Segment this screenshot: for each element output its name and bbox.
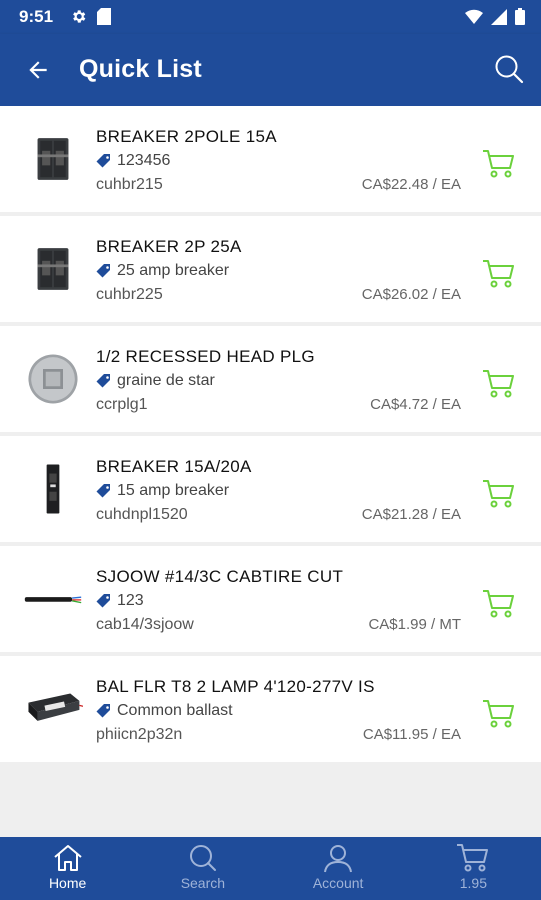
product-price: CA$4.72 / EA — [370, 396, 461, 413]
page-title: Quick List — [79, 55, 202, 83]
list-item[interactable]: BAL FLR T8 2 LAMP 4'120-277V IS Common ba… — [0, 656, 541, 762]
list-item[interactable]: 1/2 RECESSED HEAD PLG graine de star ccrpl… — [0, 326, 541, 432]
list-item[interactable]: SJOOW #14/3C CABTIRE CUT 123 cab14/3sjoow C… — [0, 546, 541, 652]
tag-label: 123 — [117, 592, 144, 609]
product-image — [20, 236, 86, 302]
nav-home-label: Home — [48, 875, 87, 891]
product-image — [20, 566, 86, 632]
product-sku: cuhbr215 — [96, 176, 163, 193]
tag-label: 25 amp breaker — [117, 262, 230, 279]
product-image — [20, 456, 86, 522]
add-to-cart-icon — [483, 700, 514, 728]
product-image — [20, 676, 86, 742]
sd-card-icon — [97, 8, 111, 30]
home-icon — [53, 845, 82, 871]
add-to-cart-icon — [483, 370, 514, 398]
add-to-cart-icon — [483, 150, 514, 178]
tag-icon — [96, 704, 110, 718]
tag-label: graine de star — [117, 372, 215, 389]
product-price: CA$21.28 / EA — [361, 506, 461, 523]
product-name: BREAKER 2P 25A — [96, 237, 242, 256]
back-arrow-icon — [29, 61, 47, 79]
nav-home[interactable]: Home — [0, 837, 135, 900]
product-price: CA$26.02 / EA — [361, 286, 461, 303]
tag-label: Common ballast — [117, 702, 233, 719]
product-name: 1/2 RECESSED HEAD PLG — [96, 347, 315, 366]
search-button[interactable] — [491, 51, 527, 87]
search-icon — [189, 845, 216, 871]
bottom-nav: Home Search Account 1.95 — [0, 837, 541, 900]
product-tag: 123456 — [96, 152, 170, 170]
status-bar: 9:51 — [0, 0, 541, 34]
tag-icon — [96, 484, 110, 498]
add-to-cart-button[interactable] — [481, 256, 517, 292]
nav-search-label: Search — [180, 875, 226, 891]
tag-icon — [96, 264, 110, 278]
nav-cart-total: 1.95 — [459, 875, 487, 891]
product-tag: Common ballast — [96, 702, 233, 720]
tag-icon — [96, 154, 110, 168]
add-to-cart-button[interactable] — [481, 146, 517, 182]
list-item[interactable]: BREAKER 15A/20A 15 amp breaker cuhdnpl1520… — [0, 436, 541, 542]
add-to-cart-icon — [483, 260, 514, 288]
product-price: CA$22.48 / EA — [361, 176, 461, 193]
tag-icon — [96, 594, 110, 608]
product-tag: 15 amp breaker — [96, 482, 229, 500]
quick-list: BREAKER 2POLE 15A 123456 cuhbr215 CA$22.48 … — [0, 106, 541, 766]
nav-account-label: Account — [312, 875, 364, 891]
tag-label: 123456 — [117, 152, 171, 169]
product-sku: cab14/3sjoow — [96, 616, 194, 633]
add-to-cart-button[interactable] — [481, 696, 517, 732]
product-tag: 123 — [96, 592, 144, 610]
product-name: BAL FLR T8 2 LAMP 4'120-277V IS — [96, 677, 375, 696]
product-name: BREAKER 2POLE 15A — [96, 127, 277, 146]
product-price: CA$1.99 / MT — [368, 616, 461, 633]
add-to-cart-icon — [483, 590, 514, 618]
product-name: BREAKER 15A/20A — [96, 457, 252, 476]
back-button[interactable] — [22, 54, 54, 86]
add-to-cart-button[interactable] — [481, 586, 517, 622]
cart-icon — [457, 844, 489, 872]
product-image — [20, 126, 86, 192]
wifi-icon — [465, 9, 483, 30]
product-image — [20, 346, 86, 412]
add-to-cart-icon — [483, 480, 514, 508]
list-item[interactable]: BREAKER 2P 25A 25 amp breaker cuhbr225 CA$2… — [0, 216, 541, 322]
product-sku: ccrplg1 — [96, 396, 148, 413]
account-user-icon — [324, 845, 353, 873]
app-bar: Quick List — [0, 34, 541, 106]
product-sku: phiicn2p32n — [96, 726, 183, 743]
product-sku: cuhdnpl1520 — [96, 506, 188, 523]
product-tag: graine de star — [96, 372, 215, 390]
settings-gear-icon — [70, 8, 87, 30]
product-sku: cuhbr225 — [96, 286, 163, 303]
product-tag: 25 amp breaker — [96, 262, 229, 280]
list-item[interactable]: BREAKER 2POLE 15A 123456 cuhbr215 CA$22.48 … — [0, 106, 541, 212]
product-name: SJOOW #14/3C CABTIRE CUT — [96, 567, 344, 586]
search-icon — [495, 55, 524, 84]
cell-signal-icon — [491, 8, 507, 30]
nav-account[interactable]: Account — [271, 837, 406, 900]
tag-label: 15 amp breaker — [117, 482, 230, 499]
status-time: 9:51 — [19, 7, 54, 26]
battery-icon — [515, 8, 525, 30]
nav-cart[interactable]: 1.95 — [406, 837, 541, 900]
add-to-cart-button[interactable] — [481, 366, 517, 402]
tag-icon — [96, 374, 110, 388]
product-price: CA$11.95 / EA — [362, 726, 461, 743]
add-to-cart-button[interactable] — [481, 476, 517, 512]
nav-search[interactable]: Search — [135, 837, 270, 900]
